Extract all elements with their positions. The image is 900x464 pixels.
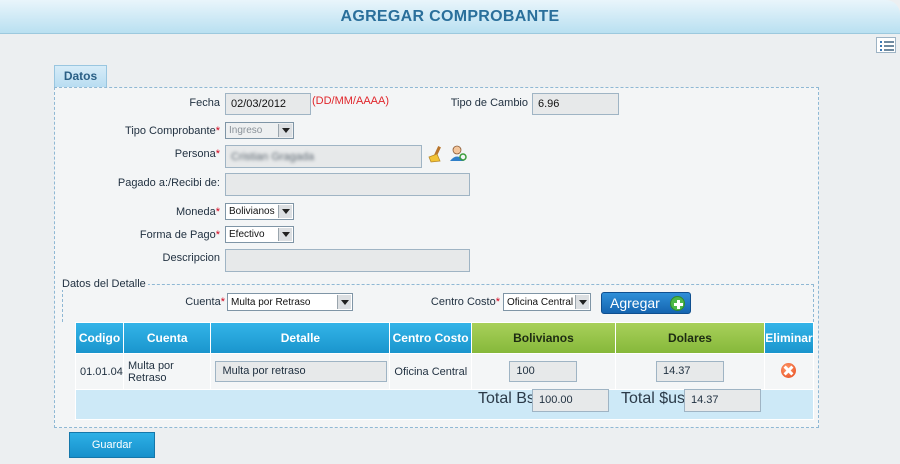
agregar-button[interactable]: Agregar bbox=[601, 292, 691, 314]
descripcion-label: Descripcion bbox=[162, 252, 220, 264]
forma-pago-select[interactable]: Efectivo bbox=[225, 226, 294, 243]
fecha-format-hint: (DD/MM/AAAA) bbox=[312, 95, 389, 107]
header-dolares: Dolares bbox=[615, 323, 764, 353]
tipo-comprobante-select[interactable]: Ingreso bbox=[225, 122, 294, 139]
header-eliminar: Eliminar bbox=[764, 323, 813, 353]
bolivianos-input[interactable]: 100 bbox=[509, 361, 578, 382]
descripcion-input[interactable] bbox=[225, 249, 470, 272]
cell-eliminar bbox=[764, 354, 813, 389]
fecha-label: Fecha bbox=[189, 97, 220, 109]
detalle-input[interactable]: Multa por retraso bbox=[215, 361, 388, 382]
chevron-down-icon bbox=[575, 295, 589, 309]
total-bs-value: 100.00 bbox=[532, 389, 609, 412]
total-us-label: Total $us bbox=[621, 390, 686, 407]
page-title: AGREGAR COMPROBANTE bbox=[340, 8, 560, 25]
cell-dolares: 14.37 bbox=[615, 354, 764, 389]
pagado-label: Pagado a:/Recibi de: bbox=[117, 177, 220, 189]
centro-costo-label: Centro Costo* bbox=[430, 296, 500, 308]
cell-centro: Oficina Central bbox=[390, 354, 471, 389]
header-detalle: Detalle bbox=[211, 323, 390, 353]
total-bs-label: Total Bs bbox=[478, 390, 535, 407]
fecha-input[interactable]: 02/03/2012 bbox=[225, 93, 311, 115]
delete-icon[interactable] bbox=[781, 362, 797, 378]
tipo-cambio-input[interactable]: 6.96 bbox=[532, 93, 619, 115]
detalle-legend: Datos del Detalle bbox=[62, 278, 148, 290]
plus-icon bbox=[670, 296, 685, 311]
header-bolivianos: Bolivianos bbox=[471, 323, 615, 353]
pagado-input[interactable] bbox=[225, 173, 470, 196]
chevron-down-icon bbox=[278, 205, 292, 218]
tab-datos[interactable]: Datos bbox=[54, 65, 107, 88]
header-codigo: Codigo bbox=[76, 323, 123, 353]
cell-detalle: Multa por retraso bbox=[211, 354, 390, 389]
centro-costo-select[interactable]: Oficina Central bbox=[503, 293, 591, 311]
table-header-row: Codigo Cuenta Detalle Centro Costo Boliv… bbox=[76, 323, 813, 353]
forma-pago-label: Forma de Pago* bbox=[139, 229, 220, 241]
dolares-input[interactable]: 14.37 bbox=[655, 361, 724, 382]
cell-bolivianos: 100 bbox=[471, 354, 615, 389]
broom-icon[interactable] bbox=[427, 145, 443, 163]
table-row: 01.01.04 Multa por Retraso Multa por ret… bbox=[76, 354, 813, 389]
moneda-select[interactable]: Bolivianos bbox=[225, 203, 294, 220]
persona-label: Persona* bbox=[174, 148, 220, 160]
header-centro-costo: Centro Costo bbox=[390, 323, 471, 353]
total-us-value: 14.37 bbox=[684, 389, 761, 412]
chevron-down-icon bbox=[278, 228, 292, 241]
persona-input[interactable]: Cristian Gragada bbox=[225, 145, 422, 168]
title-bar: AGREGAR COMPROBANTE bbox=[0, 0, 900, 34]
list-view-icon[interactable] bbox=[876, 37, 896, 53]
guardar-button[interactable]: Guardar bbox=[69, 432, 155, 458]
header-cuenta: Cuenta bbox=[123, 323, 211, 353]
cuenta-label: Cuenta* bbox=[185, 296, 225, 308]
tipo-comprobante-label: Tipo Comprobante* bbox=[125, 125, 220, 137]
moneda-label: Moneda* bbox=[175, 206, 220, 218]
cell-cuenta: Multa por Retraso bbox=[123, 354, 211, 389]
tipo-cambio-label: Tipo de Cambio bbox=[450, 97, 528, 109]
person-search-icon[interactable] bbox=[449, 144, 467, 162]
chevron-down-icon bbox=[337, 295, 351, 309]
cell-codigo: 01.01.04 bbox=[76, 354, 123, 389]
cuenta-select[interactable]: Multa por Retraso bbox=[227, 293, 353, 311]
chevron-down-icon bbox=[278, 124, 292, 137]
